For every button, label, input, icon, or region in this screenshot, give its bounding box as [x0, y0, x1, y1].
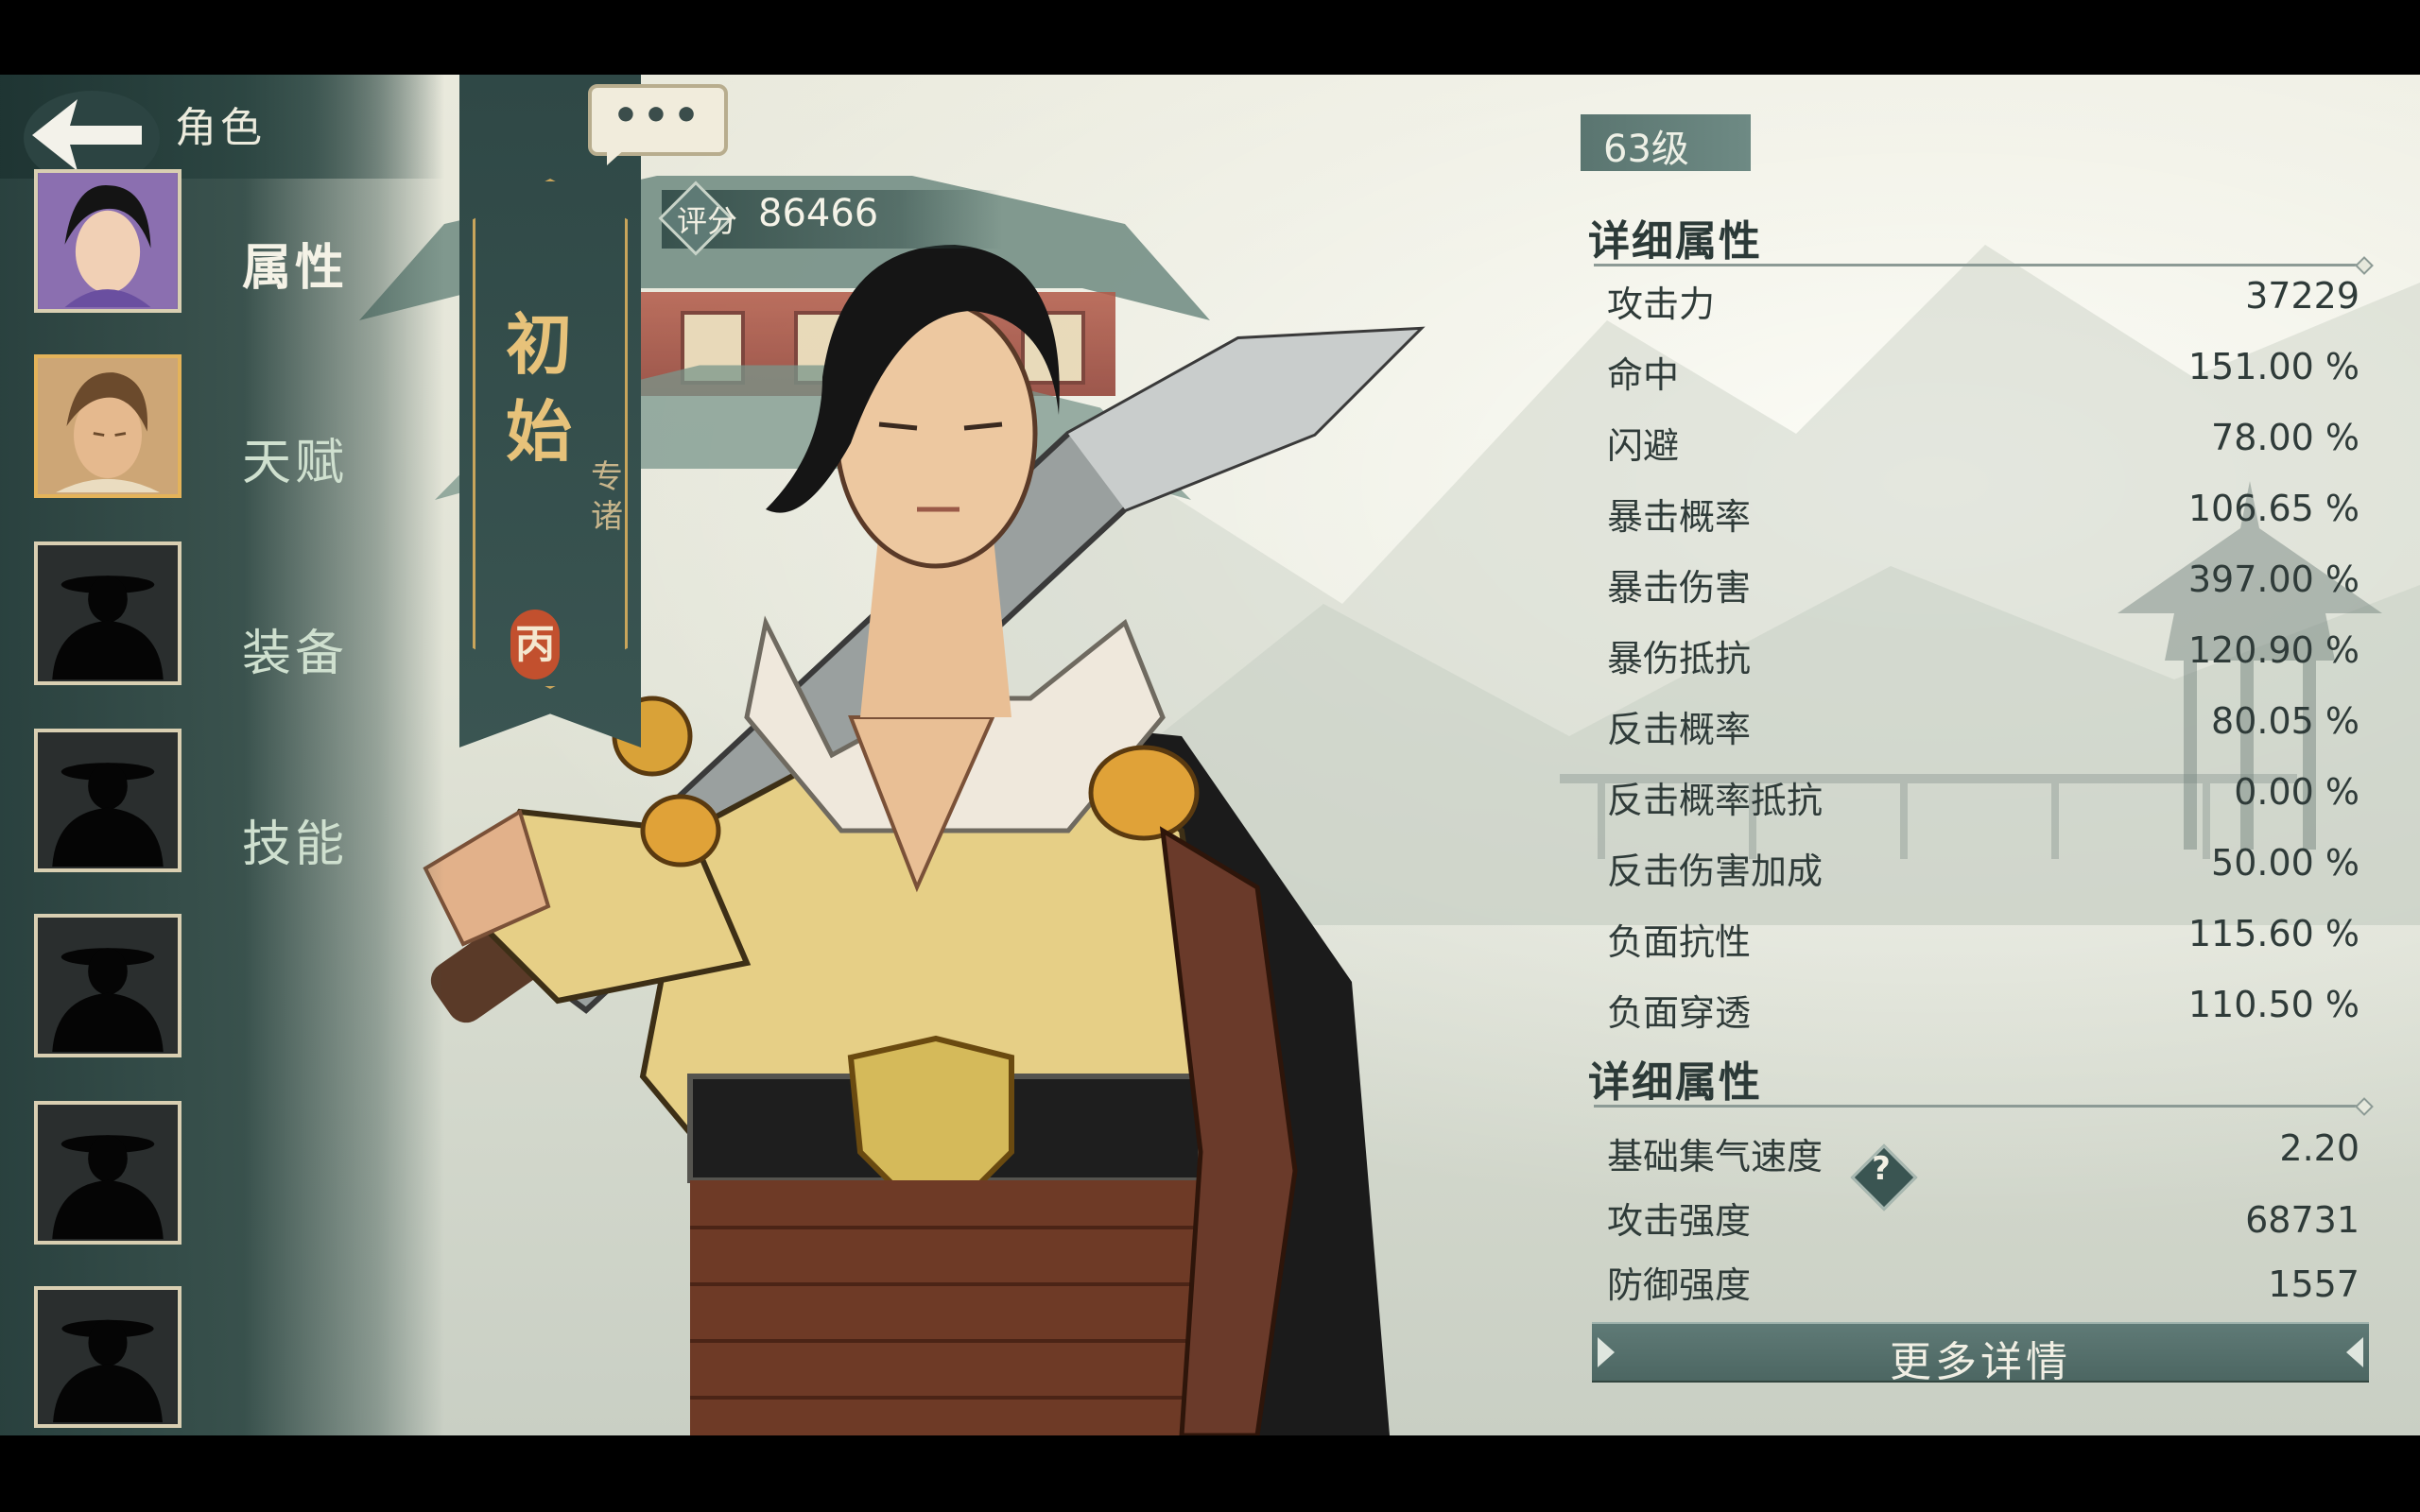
stat-row: 闪避 78.00 %: [1607, 417, 2360, 473]
stat-label: 防御强度: [1607, 1264, 1752, 1306]
ellipsis-icon: •••: [612, 92, 704, 140]
character-name: 初 始: [501, 301, 577, 475]
stat-row: 负面穿透 110.50 %: [1607, 984, 2360, 1040]
more-details-button[interactable]: 更多详情: [1592, 1322, 2369, 1386]
section-title-detailed: 详细属性: [1588, 217, 1762, 266]
name-char-2: 始: [506, 392, 572, 471]
stat-value: 78.00 %: [2211, 417, 2360, 458]
subtitle-char-2: 诸: [591, 498, 623, 536]
stat-label: 攻击力: [1607, 284, 1716, 325]
stat-value: 397.00 %: [2187, 558, 2360, 600]
level-text: 63级: [1603, 128, 1689, 171]
stat-label: 命中: [1607, 354, 1680, 396]
game-stage: 角色 属性 天赋 装备 技能 初 始 专 诸 丙 ••• 评分 86466 63…: [0, 75, 2420, 1435]
stat-label: 暴击概率: [1607, 496, 1752, 538]
silhouette-icon: [38, 1105, 178, 1241]
silhouette-icon: [39, 1290, 177, 1424]
menu-skills[interactable]: 技能: [242, 804, 348, 875]
stat-value: 110.50 %: [2187, 984, 2360, 1025]
silhouette-icon: [38, 918, 178, 1054]
stat-label: 闪避: [1607, 425, 1680, 467]
male-portrait-icon: [38, 358, 178, 494]
stat-row: 暴击概率 106.65 %: [1607, 488, 2360, 544]
arrow-right-icon: [2346, 1337, 2363, 1367]
stat-value: 1557: [2268, 1263, 2360, 1305]
stat-value: 2.20: [2279, 1127, 2360, 1169]
stat-row: 基础集气速度 2.20: [1607, 1127, 2360, 1184]
stat-label: 攻击强度: [1607, 1200, 1752, 1242]
stat-row: 防御强度 1557: [1607, 1256, 2360, 1313]
stat-row: 暴击伤害 397.00 %: [1607, 558, 2360, 615]
stat-value: 115.60 %: [2187, 913, 2360, 954]
silhouette-icon: [38, 545, 178, 681]
menu-talent[interactable]: 天赋: [242, 422, 348, 493]
grade-badge: 丙: [510, 610, 560, 679]
subtitle-char-1: 专: [591, 458, 623, 496]
stat-row: 攻击强度 68731: [1607, 1192, 2360, 1248]
section-divider: [1594, 264, 2365, 266]
character-subtitle: 专 诸: [588, 457, 626, 537]
portrait-locked[interactable]: [34, 914, 182, 1057]
stat-value: 37229: [2245, 275, 2360, 317]
portrait-locked[interactable]: [34, 729, 182, 872]
section-title-detailed-2: 详细属性: [1588, 1058, 1762, 1107]
chat-button[interactable]: •••: [588, 84, 728, 156]
stat-label: 负面穿透: [1607, 992, 1752, 1034]
score-value: 86466: [758, 192, 879, 235]
stat-label: 反击概率抵抗: [1607, 780, 1824, 821]
stat-label: 负面抗性: [1607, 921, 1752, 963]
stat-value: 68731: [2245, 1199, 2360, 1241]
stat-label: 反击概率: [1607, 709, 1752, 750]
stat-value: 80.05 %: [2211, 700, 2360, 742]
menu-equipment[interactable]: 装备: [242, 613, 348, 684]
stat-label: 反击伤害加成: [1607, 850, 1824, 892]
portrait-locked[interactable]: [34, 1286, 182, 1428]
help-question-mark: ?: [1872, 1150, 1891, 1188]
stat-row: 反击伤害加成 50.00 %: [1607, 842, 2360, 899]
stat-row: 命中 151.00 %: [1607, 346, 2360, 403]
stat-label: 暴伤抵抗: [1607, 638, 1752, 679]
stat-row: 攻击力 37229: [1607, 275, 2360, 332]
stat-value: 0.00 %: [2234, 771, 2360, 813]
page-title: 角色: [175, 104, 266, 152]
stat-value: 106.65 %: [2187, 488, 2360, 529]
score-label: 评分: [677, 203, 738, 239]
stat-row: 反击概率 80.05 %: [1607, 700, 2360, 757]
silhouette-icon: [38, 732, 178, 868]
stat-row: 负面抗性 115.60 %: [1607, 913, 2360, 970]
stat-row: 暴伤抵抗 120.90 %: [1607, 629, 2360, 686]
stat-value: 151.00 %: [2187, 346, 2360, 387]
more-details-label: 更多详情: [1890, 1338, 2071, 1386]
stat-label: 暴击伤害: [1607, 567, 1752, 609]
stat-value: 120.90 %: [2187, 629, 2360, 671]
menu-attributes[interactable]: 属性: [242, 228, 348, 299]
female-portrait-icon: [38, 173, 178, 309]
section-divider: [1594, 1105, 2365, 1108]
name-char-1: 初: [506, 305, 572, 384]
stat-label: 基础集气速度: [1607, 1136, 1824, 1177]
stat-row: 反击概率抵抗 0.00 %: [1607, 771, 2360, 828]
stat-value: 50.00 %: [2211, 842, 2360, 884]
portrait-locked[interactable]: [34, 1101, 182, 1245]
portrait-female-hero[interactable]: [34, 169, 182, 313]
portrait-male-hero[interactable]: [34, 354, 182, 498]
portrait-locked[interactable]: [34, 541, 182, 685]
